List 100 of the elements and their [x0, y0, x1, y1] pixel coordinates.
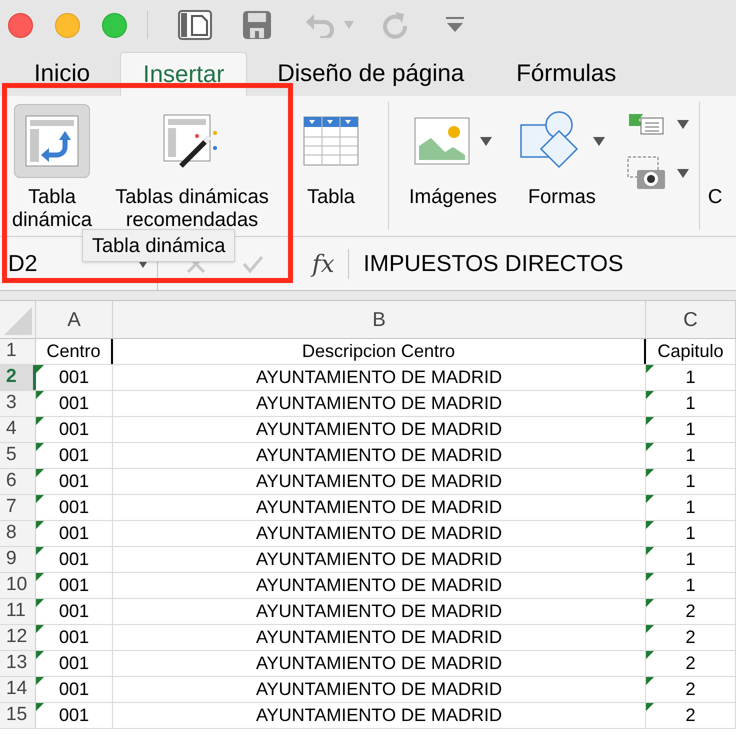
table-cell: 1 [646, 469, 736, 494]
ribbon-button[interactable]: Tabla [286, 102, 376, 209]
error-flag-icon [646, 599, 654, 607]
table-cell: 001 [36, 521, 113, 546]
table-cell: 001 [36, 495, 113, 520]
table-icon [303, 116, 359, 166]
ribbon-button[interactable]: Imágenes [409, 102, 497, 209]
table-cell: 1 [646, 521, 736, 546]
sidebar-icon[interactable] [178, 10, 212, 40]
table-cell: 1 [646, 417, 736, 442]
table-cell: 1 [646, 495, 736, 520]
error-flag-icon [36, 547, 44, 555]
image-icon [414, 117, 470, 165]
row-header[interactable]: 2 [0, 365, 36, 390]
row-header[interactable]: 4 [0, 417, 36, 442]
error-flag-icon [646, 573, 654, 581]
error-flag-icon [36, 573, 44, 581]
row-header[interactable]: 11 [0, 599, 36, 624]
minimize-button[interactable] [55, 12, 80, 38]
row-header[interactable]: 15 [0, 703, 36, 728]
table-cell: 001 [36, 573, 113, 598]
column-header[interactable]: C [646, 301, 736, 338]
error-flag-icon [646, 625, 654, 633]
table-cell: 2 [646, 625, 736, 650]
ribbon-button[interactable]: Formas [518, 102, 605, 209]
table-cell: 001 [36, 417, 113, 442]
column-header[interactable]: B [113, 301, 646, 338]
save-icon[interactable] [242, 10, 272, 40]
error-flag-icon [646, 443, 654, 451]
ribbon-tab[interactable]: Diseño de página [255, 52, 486, 96]
table-cell: 1 [646, 547, 736, 572]
table-cell: Descripcion Centro [113, 339, 646, 364]
row-header[interactable]: 3 [0, 391, 36, 416]
ribbon-tab[interactable]: Inicio [12, 52, 112, 96]
caret-icon[interactable] [592, 136, 605, 146]
row-header[interactable]: 8 [0, 521, 36, 546]
row-header[interactable]: 1 [0, 339, 36, 364]
pivot-table-icon [25, 115, 79, 167]
table-cell: 001 [36, 365, 113, 390]
camera-icon[interactable] [626, 156, 667, 190]
error-flag-icon [646, 365, 654, 373]
table-cell: 001 [36, 469, 113, 494]
column-header[interactable]: A [36, 301, 113, 338]
table-cell: 2 [646, 599, 736, 624]
error-flag-icon [36, 391, 44, 399]
table-cell: 1 [646, 391, 736, 416]
table-cell: 2 [646, 677, 736, 702]
error-flag-icon [36, 651, 44, 659]
table-cell: 001 [36, 443, 113, 468]
error-flag-icon [646, 495, 654, 503]
ribbon-tab[interactable]: Fórmulas [494, 52, 638, 96]
table-cell: Capitulo [646, 339, 736, 364]
table-cell: 001 [36, 677, 113, 702]
table-cell: 001 [36, 651, 113, 676]
check-icon[interactable] [242, 254, 264, 272]
error-flag-icon [646, 677, 654, 685]
row-header[interactable]: 5 [0, 443, 36, 468]
formula-field[interactable]: IMPUESTOS DIRECTOS [363, 246, 624, 281]
table-cell: 001 [36, 547, 113, 572]
customize-icon[interactable] [446, 17, 464, 33]
table-cell: 001 [36, 391, 113, 416]
error-flag-icon [36, 703, 44, 711]
error-flag-icon [36, 443, 44, 451]
error-flag-icon [646, 391, 654, 399]
table-cell: 001 [36, 625, 113, 650]
caret-icon[interactable] [676, 168, 689, 178]
caret-icon[interactable] [676, 120, 689, 128]
table-cell: 1 [646, 573, 736, 598]
error-flag-icon [36, 677, 44, 685]
error-flag-icon [36, 521, 44, 529]
ribbon-button[interactable]: Tablas dinámicas recomendadas [98, 102, 286, 232]
error-flag-icon [36, 599, 44, 607]
row-header[interactable]: 6 [0, 469, 36, 494]
ribbon-button[interactable]: C [708, 102, 722, 209]
ribbon-button[interactable]: Tabla dinámica [6, 102, 98, 232]
caret-icon[interactable] [480, 136, 492, 146]
error-flag-icon [646, 521, 654, 529]
error-flag-icon [36, 365, 44, 373]
table-cell: 1 [646, 365, 736, 390]
row-header[interactable]: 12 [0, 625, 36, 650]
error-flag-icon [36, 625, 44, 633]
table-cell: 001 [36, 703, 113, 728]
table-cell: 2 [646, 703, 736, 728]
close-button[interactable] [8, 12, 33, 38]
table-cell: 2 [646, 651, 736, 676]
table-cell: 1 [646, 443, 736, 468]
error-flag-icon [36, 495, 44, 503]
zoom-button[interactable] [102, 12, 127, 38]
error-flag-icon [646, 651, 654, 659]
row-header[interactable]: 13 [0, 651, 36, 676]
row-header[interactable]: 14 [0, 677, 36, 702]
row-header[interactable]: 7 [0, 495, 36, 520]
row-header[interactable]: 9 [0, 547, 36, 572]
error-flag-icon [646, 469, 654, 477]
error-flag-icon [36, 469, 44, 477]
error-flag-icon [36, 417, 44, 425]
row-header[interactable]: 10 [0, 573, 36, 598]
error-flag-icon [646, 547, 654, 555]
error-flag-icon [646, 703, 654, 711]
function-button[interactable]: fx [308, 246, 338, 280]
